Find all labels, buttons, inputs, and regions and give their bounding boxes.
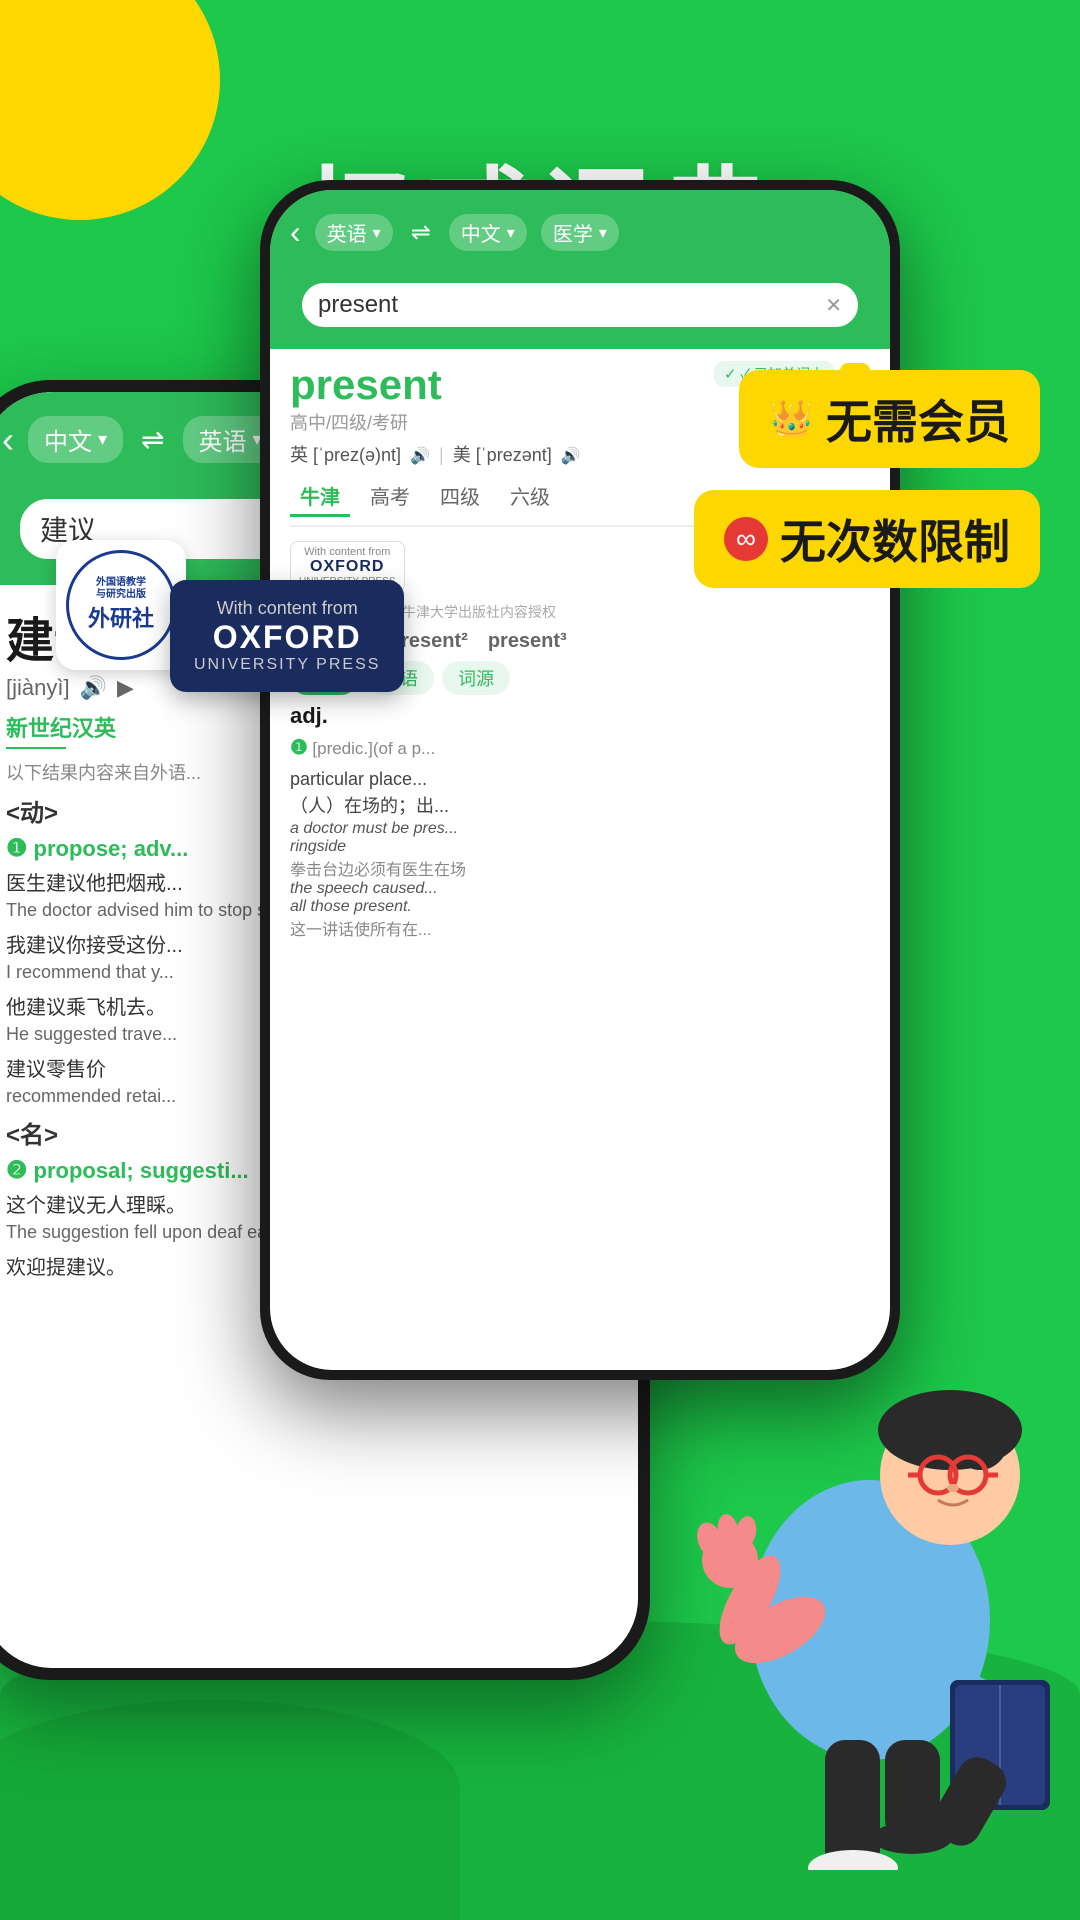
phone2-frame: ‹ 英语 ▾ ⇌ 中文 ▾ 医学 ▾ present ✕ [260, 180, 900, 1380]
phone2-def-text: particular place...（人）在场的；出... [290, 766, 870, 820]
infinity-icon: ∞ [724, 517, 768, 561]
phone2-lang-mode[interactable]: 医学 ▾ [541, 214, 619, 251]
sense-tab-etymology[interactable]: 词源 [442, 661, 510, 695]
unlimited-badge: ∞ 无次数限制 [694, 490, 1040, 588]
phone2-example1-en: a doctor must be pres...ringside [290, 820, 870, 856]
waiyanshe-inner: 外国语教学与研究出版 外研社 [66, 550, 176, 660]
phone2-audio-us[interactable]: 🔊 [561, 448, 581, 465]
phone1-def1-num: ❶ [6, 834, 28, 863]
unlimited-badge-label: 无次数限制 [780, 506, 1010, 572]
phone2-example2-zh: 这一讲话使所有在... [290, 916, 870, 940]
phone2-example2-en: the speech caused...all those present. [290, 880, 870, 916]
word-variant-3[interactable]: present³ [488, 630, 567, 653]
phone2-pos: adj. [290, 703, 870, 729]
phone1-divider [6, 747, 66, 749]
phone1-def1-text: propose; adv... [34, 836, 189, 862]
phone2-def: ❶ [predic.](of a p... [290, 735, 870, 760]
tab-cet6[interactable]: 六级 [500, 477, 560, 517]
waiyanshe-badge: 外国语教学与研究出版 外研社 [56, 540, 186, 670]
phone1-def2-num: ❷ [6, 1156, 28, 1185]
phone1-play-icon[interactable]: ▶ [117, 675, 134, 701]
crown-icon: 👑 [769, 398, 814, 440]
phone2-word: present [290, 361, 442, 409]
phone1-lang-from[interactable]: 中文 ▾ [28, 416, 123, 463]
phone2-search-bar[interactable]: present ✕ [300, 281, 860, 329]
phone1-audio-icon[interactable]: 🔊 [80, 675, 107, 701]
character-illustration [660, 1290, 1080, 1870]
tab-gaokao[interactable]: 高考 [360, 477, 420, 517]
oxford-name-text: OXFORD [213, 619, 362, 656]
vip-badge-label: 无需会员 [826, 386, 1010, 452]
oxford-press-text: UNIVERSITY PRESS [194, 656, 380, 674]
phone2-lang-to[interactable]: 中文 ▾ [449, 214, 527, 251]
phone2-header: ‹ 英语 ▾ ⇌ 中文 ▾ 医学 ▾ [270, 190, 890, 265]
phone2-audio-uk[interactable]: 🔊 [410, 448, 430, 465]
phone1-back-btn[interactable]: ‹ [2, 419, 14, 461]
phone2-example1-zh: 拳击台边必须有医生在场 [290, 856, 870, 880]
tab-cet4[interactable]: 四级 [430, 477, 490, 517]
phone2-level: 高中/四级/考研 [290, 409, 442, 435]
tab-oxford[interactable]: 牛津 [290, 477, 350, 517]
phone2-def-tag: [predic.](of a p... [312, 739, 435, 758]
phone2-lang-from[interactable]: 英语 ▾ [315, 214, 393, 251]
vip-badge: 👑 无需会员 [739, 370, 1040, 468]
phone2-screen: ‹ 英语 ▾ ⇌ 中文 ▾ 医学 ▾ present ✕ [270, 190, 890, 1370]
oxford-with-text: With content from [217, 598, 358, 619]
phone2-clear-icon[interactable]: ✕ [825, 293, 842, 318]
oxford-badge-overlay: With content from OXFORD UNIVERSITY PRES… [170, 580, 404, 692]
phone1-def2-text: proposal; suggesti... [34, 1158, 249, 1184]
phone2-back-btn[interactable]: ‹ [290, 214, 301, 251]
